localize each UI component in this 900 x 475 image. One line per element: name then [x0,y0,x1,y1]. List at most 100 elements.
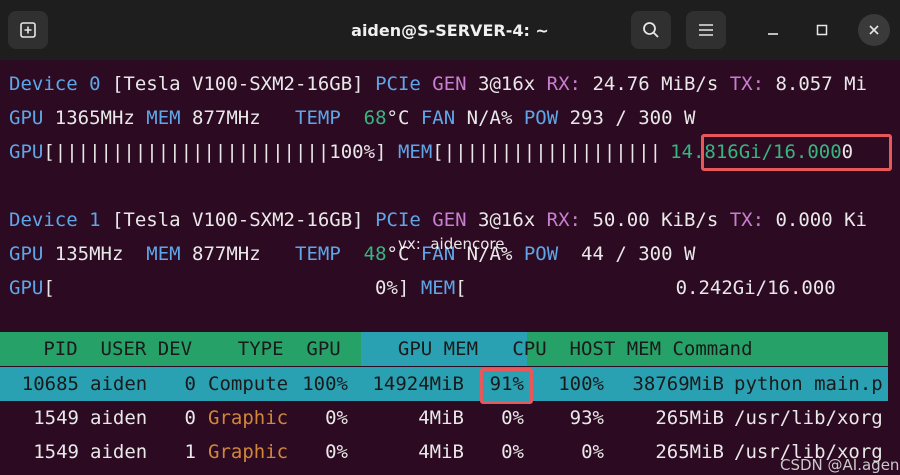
process-row[interactable]: 1549 aiden 0 Graphic 0% 4MiB 0% 93% 265MiB/usr/l… [0,401,888,435]
header-left-columns: PID USER DEV TYPE GPU [9,338,341,360]
process-row[interactable]: 10685 aiden 0 Compute 100% 14924MiB 91% 100% 387… [0,367,888,401]
mem-pct-cell: 0% [501,441,524,463]
mem-clock-value: 877MHz [180,107,284,129]
terminal-window: aiden@S-SERVER-4: ~ Device 0 [Tesla V100… [0,0,900,475]
pid-cell: 10685 [21,373,79,395]
gpu-clock-value: 1365MHz [43,107,135,129]
gpu-mem-cell: 4MiB [418,407,464,429]
command-cell: python main.p [734,373,883,395]
gpu-clock-value: 135MHz [43,243,135,265]
mem-usage-bar: ||||||||||||||||||| [443,141,662,163]
gpu-util-bar: [ 0%] [43,277,410,299]
device-label: Device 0 [9,73,101,95]
gpu-mem-cell: 14924MiB [372,373,464,395]
power-label: POW [512,107,559,129]
terminal-content[interactable]: Device 0 [Tesla V100-SXM2-16GB] PCIe GEN… [0,60,900,475]
rx-label: RX: [535,209,581,231]
host-mem-cell: 38769MiB [632,373,724,395]
process-table-header: PID USER DEV TYPE GPU GPU MEM CPU HOST M… [0,332,888,366]
gpu-clock-label: GPU [9,243,44,265]
center-watermark: vx: aidencore [398,235,505,253]
gpu-util-cell: 100% [302,373,348,395]
mem-usage-highlight [701,134,892,171]
host-mem-cell: 265MiB [655,407,724,429]
temp-label: TEMP [283,107,341,129]
user-cell: aiden [90,373,148,395]
corner-watermark: CSDN @AI.agen [780,456,900,474]
rx-value: 50.00 KiB/s [581,209,719,231]
cpu-cell: 0% [581,441,604,463]
mem-clock-label: MEM [134,243,181,265]
temp-value: 48 [340,243,387,265]
gpu-mem-cell: 4MiB [418,441,464,463]
temp-value: 68 [340,107,387,129]
process-row[interactable]: 1549 aiden 1 Graphic 0% 4MiB 0% 0% 265MiB/usr/li… [0,435,888,469]
power-label: POW [512,243,559,265]
device-1-bars-line: GPU[ 0%] MEM[0.242Gi/16.000 [9,271,836,305]
tx-label: TX: [718,209,765,231]
device-0-clock-line: GPU 1365MHz MEM 877MHz TEMP 68°C FAN N/A… [9,101,695,135]
power-value: 293 / 300 W [558,107,696,129]
minimize-icon [768,33,778,35]
command-cell: /usr/lib/xorg [734,407,883,429]
user-cell: aiden [90,441,148,463]
cpu-cell: 100% [558,373,604,395]
gpu-util-cell: 0% [325,441,348,463]
host-mem-cell: 265MiB [655,441,724,463]
hamburger-menu-icon [699,24,713,36]
temp-label: TEMP [283,243,341,265]
pcie-label: PCIe [375,73,421,95]
mem-bar-label: MEM [409,277,456,299]
close-icon [869,25,879,35]
dev-cell: 0 [184,407,196,429]
mem-pct-cell: 0% [501,407,524,429]
minimize-button[interactable] [757,14,789,46]
search-icon [643,22,659,38]
device-model: [Tesla V100-SXM2-16GB] [100,73,376,95]
search-button[interactable] [631,11,671,49]
cpu-cell: 93% [569,407,604,429]
header-gpu-mem-columns: GPU MEM [340,338,479,360]
new-tab-button[interactable] [8,11,48,49]
menu-button[interactable] [686,11,726,49]
pid-cell: 1549 [33,441,79,463]
pid-cell: 1549 [33,407,79,429]
type-cell: Graphic [208,441,289,463]
gen-value: 3@16x [466,73,536,95]
device-label: Device 1 [9,209,101,231]
tx-value: 0.000 Ki [764,209,867,231]
tx-label: TX: [718,73,765,95]
mem-pct-highlight [480,368,533,404]
dev-cell: 0 [184,373,196,395]
gpu-util-bar: [||||||||||||||||||||||||100%] [43,141,387,163]
close-button[interactable] [858,14,890,46]
device-model: [Tesla V100-SXM2-16GB] [100,209,376,231]
maximize-button[interactable] [806,14,838,46]
device-0-info-line: Device 0 [Tesla V100-SXM2-16GB] PCIe GEN… [9,67,867,101]
gpu-util-cell: 0% [325,407,348,429]
fan-label: FAN [409,107,456,129]
tx-value: 8.057 Mi [764,73,867,95]
mem-clock-label: MEM [134,107,181,129]
mem-usage-value: 0.242Gi/16.000 [675,277,836,299]
dev-cell: 1 [184,441,196,463]
device-1-clock-line: GPU 135MHz MEM 877MHz TEMP 48°C FAN N/A%… [9,237,695,271]
type-cell: Compute [208,373,289,395]
maximize-icon [816,24,828,36]
gpu-clock-label: GPU [9,107,44,129]
new-tab-icon [20,22,36,38]
gpu-bar-label: GPU [9,277,44,299]
title-bar: aiden@S-SERVER-4: ~ [0,0,900,60]
mem-bar-open: [ [432,141,444,163]
gpu-bar-label: GPU [9,141,44,163]
header-right-columns: CPU HOST MEM Command [478,338,753,360]
rx-label: RX: [535,73,581,95]
type-cell: Graphic [208,407,289,429]
power-value: 44 / 300 W [558,243,696,265]
user-cell: aiden [90,407,148,429]
mem-bar-label: MEM [386,141,433,163]
mem-bar-open: [ [455,277,467,299]
rx-value: 24.76 MiB/s [581,73,719,95]
gen-label: GEN [420,73,467,95]
mem-clock-value: 877MHz [180,243,284,265]
